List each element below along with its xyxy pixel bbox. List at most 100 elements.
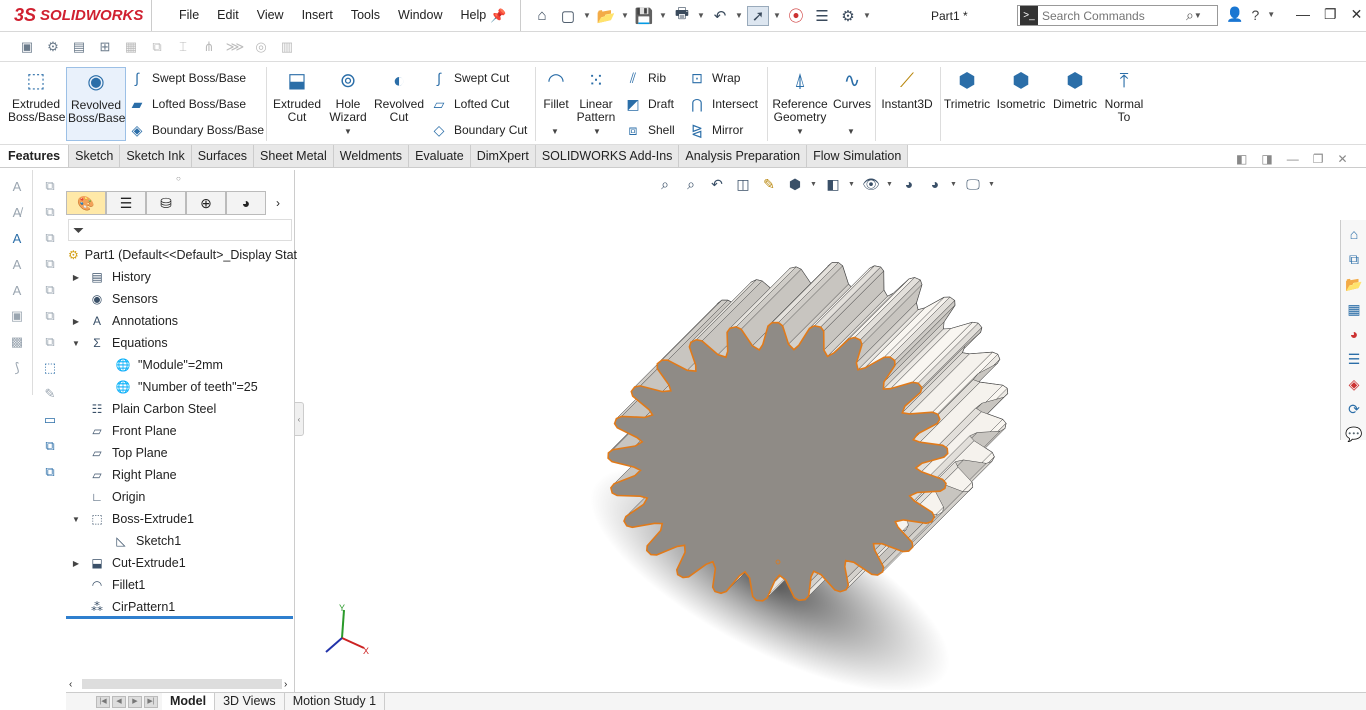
chevron-down-icon[interactable]: ▼ [863, 11, 871, 20]
chevron-down-icon[interactable]: ▼ [988, 181, 996, 188]
configuration-manager-icon[interactable]: ⛁ [146, 191, 186, 215]
trimetric-button[interactable]: ⬢ Trimetric [942, 67, 992, 141]
tree-cirpattern[interactable]: ⁂ CirPattern1 [66, 596, 295, 618]
edit-appearance-icon[interactable]: ◕ [898, 174, 920, 194]
collapse-panel-handle[interactable]: ‹ [294, 402, 304, 436]
save-icon[interactable]: 💾 [633, 6, 655, 26]
tree-material[interactable]: ☷ Plain Carbon Steel [66, 398, 295, 420]
chevron-down-icon[interactable]: ▼ [1267, 10, 1275, 19]
view-settings-icon[interactable]: 🖵 [962, 174, 984, 194]
chevron-right-icon[interactable]: › [276, 196, 280, 210]
layers-icon[interactable]: ⧉ [39, 228, 61, 248]
chevron-down-icon[interactable]: ▼ [1194, 11, 1202, 20]
tree-sketch1[interactable]: ◺ Sketch1 [66, 530, 295, 552]
boundary-boss-button[interactable]: ◈ Boundary Boss/Base [128, 119, 264, 141]
view-palette-icon[interactable]: ▦ [1343, 298, 1365, 320]
select-cursor-icon[interactable]: ➚ [747, 5, 769, 26]
horizontal-scrollbar[interactable]: ‹ › [66, 676, 295, 692]
tab-analysis-preparation[interactable]: Analysis Preparation [679, 145, 808, 167]
display-manager-icon[interactable]: ◕ [226, 191, 266, 215]
menu-edit[interactable]: Edit [208, 0, 248, 31]
help-icon[interactable]: ? [1251, 7, 1259, 23]
custom-properties-icon[interactable]: ☰ [1343, 348, 1365, 370]
tree-origin[interactable]: ∟ Origin [66, 486, 295, 508]
swept-cut-button[interactable]: ∫ Swept Cut [430, 67, 509, 89]
tree-equation-module[interactable]: 🌐 "Module"=2mm [66, 354, 295, 376]
tree-cut-extrude[interactable]: ▶ ⬓ Cut-Extrude1 [66, 552, 295, 574]
apply-scene-icon[interactable]: ◕ [924, 174, 946, 194]
featuremanager-tree-icon[interactable]: 🎨 [66, 191, 106, 215]
solidworks-logo[interactable]: 3S SOLIDWORKS [0, 0, 152, 31]
stack-icon[interactable]: ⧉ [39, 254, 61, 274]
revolved-cut-button[interactable]: ◐ Revolved Cut [372, 67, 426, 141]
expand-arrow-icon[interactable]: ▶ [70, 317, 82, 326]
scrollbar-thumb[interactable] [82, 679, 282, 689]
tree-equation-teeth[interactable]: 🌐 "Number of teeth"=25 [66, 376, 295, 398]
revolved-boss-button[interactable]: ◉ Revolved Boss/Base [66, 67, 126, 141]
shell-button[interactable]: ⧈ Shell [624, 119, 675, 141]
tab-sheet-metal[interactable]: Sheet Metal [254, 145, 334, 167]
tree-fillet1[interactable]: ◠ Fillet1 [66, 574, 295, 596]
close-icon[interactable]: ✕ [1351, 6, 1363, 23]
chevron-down-icon[interactable]: ▼ [735, 11, 743, 20]
lofted-cut-button[interactable]: ▱ Lofted Cut [430, 93, 510, 115]
dimxpert-manager-icon[interactable]: ⊕ [186, 191, 226, 215]
tree-annotations[interactable]: ▶ A Annotations [66, 310, 295, 332]
minimize-icon[interactable]: — [1296, 6, 1310, 23]
chevron-down-icon[interactable]: ▼ [950, 181, 958, 188]
tab-surfaces[interactable]: Surfaces [191, 145, 255, 167]
home-icon[interactable]: ⌂ [531, 6, 553, 26]
text-icon[interactable]: A [6, 176, 28, 196]
weld-symbol-icon[interactable]: ⟆ [6, 358, 28, 378]
isometric-button[interactable]: ⬢ Isometric [996, 67, 1046, 141]
chevron-down-icon[interactable]: ▼ [659, 11, 667, 20]
tab-sketch-ink[interactable]: Sketch Ink [120, 145, 192, 167]
hide-show-items-icon[interactable]: 👁 [860, 174, 882, 194]
tree-boss-extrude[interactable]: ▼ ⬚ Boss-Extrude1 [66, 508, 295, 530]
tab-features[interactable]: Features [0, 145, 69, 167]
menu-insert[interactable]: Insert [293, 0, 342, 31]
collapse-arrow-icon[interactable]: ▼ [70, 515, 82, 524]
view-orientation-icon[interactable]: ⬢ [784, 174, 806, 194]
intersect-button[interactable]: ⋂ Intersect [688, 93, 758, 115]
menu-window[interactable]: Window [389, 0, 451, 31]
tab-sketch[interactable]: Sketch [68, 145, 121, 167]
gear-model-viewport[interactable] [540, 250, 1040, 690]
tab-dimxpert[interactable]: DimXpert [470, 145, 536, 167]
open-folder-icon[interactable]: 📂 [595, 6, 617, 26]
swept-boss-button[interactable]: ∫ Swept Boss/Base [128, 67, 246, 89]
tab-flow-simulation[interactable]: Flow Simulation [807, 145, 909, 167]
menu-tools[interactable]: Tools [342, 0, 389, 31]
rollback-bar[interactable] [66, 616, 293, 619]
prev-tab-icon[interactable]: ◀ [112, 695, 126, 708]
rotate-icon[interactable]: ⧉ [39, 332, 61, 352]
tab-weldments[interactable]: Weldments [333, 145, 410, 167]
undo-icon[interactable]: ↶ [709, 6, 731, 26]
tile-left-icon[interactable]: ◧ [1236, 152, 1247, 166]
pin-icon[interactable]: 📌 [490, 8, 506, 23]
extruded-boss-button[interactable]: ⬚ Extruded Boss/Base [6, 67, 66, 141]
display-style-icon[interactable]: ◧ [822, 174, 844, 194]
rib-button[interactable]: ⫽ Rib [624, 67, 666, 89]
display-icon[interactable]: ▭ [39, 410, 61, 430]
mirror-button[interactable]: ⧎ Mirror [688, 119, 743, 141]
zoom-to-fit-icon[interactable]: ⌕ [654, 174, 676, 194]
tab-solidworks-add-ins[interactable]: SOLIDWORKS Add-Ins [535, 145, 680, 167]
chevron-down-icon[interactable]: ▼ [847, 127, 855, 136]
dynamic-annotation-icon[interactable]: ✎ [758, 174, 780, 194]
tree-sensors[interactable]: ◉ Sensors [66, 288, 295, 310]
select-view-icon[interactable]: ⬚ [39, 358, 61, 378]
copy-icon[interactable]: ⧉ [39, 176, 61, 196]
grid-icon[interactable]: ⊞ [94, 37, 116, 57]
zoom-to-area-icon[interactable]: ⌕ [680, 174, 702, 194]
first-tab-icon[interactable]: |◀ [96, 695, 110, 708]
tree-filter[interactable]: ⏷ [68, 219, 292, 241]
chevron-down-icon[interactable]: ▼ [796, 127, 804, 136]
chevron-down-icon[interactable]: ▼ [593, 127, 601, 136]
drawing-icon[interactable]: ▤ [68, 37, 90, 57]
design-library-icon[interactable]: ⧉ [1343, 248, 1365, 270]
wrap-button[interactable]: ⊡ Wrap [688, 67, 740, 89]
close-icon[interactable]: ✕ [1337, 152, 1347, 166]
print-icon[interactable]: 🖶 [671, 5, 693, 26]
tab-evaluate[interactable]: Evaluate [409, 145, 471, 167]
